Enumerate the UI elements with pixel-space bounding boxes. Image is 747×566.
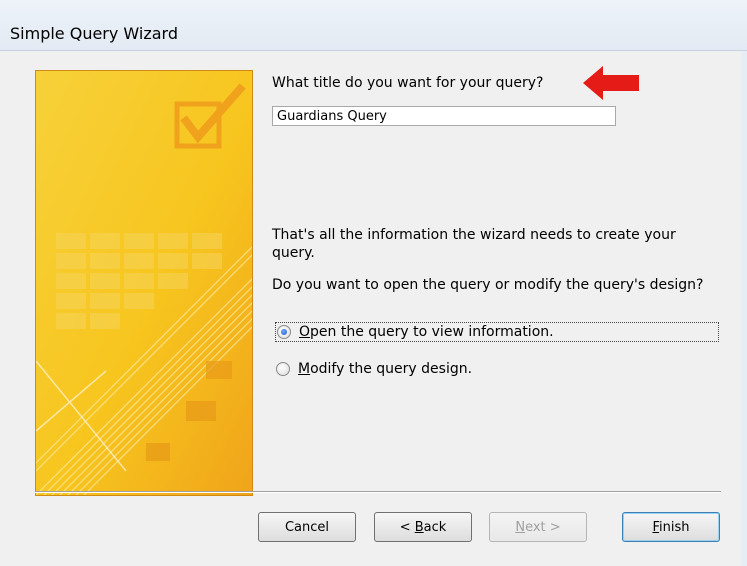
cancel-button[interactable]: Cancel xyxy=(258,512,356,542)
wizard-info-text: That's all the information the wizard ne… xyxy=(272,227,676,261)
query-title-input[interactable] xyxy=(272,106,616,126)
open-query-label[interactable]: Open the query to view information. xyxy=(299,324,554,340)
next-label: Next > xyxy=(515,519,561,535)
open-or-modify-prompt: Do you want to open the query or modify … xyxy=(272,277,704,293)
cancel-label: Cancel xyxy=(284,519,330,535)
open-query-radio[interactable] xyxy=(277,325,291,339)
modify-query-label[interactable]: Modify the query design. xyxy=(298,361,472,377)
back-button[interactable]: < Back xyxy=(374,512,472,542)
wizard-window: Simple Query Wizard What title do you wa… xyxy=(0,0,747,566)
wizard-banner-image xyxy=(35,70,253,496)
red-arrow-icon xyxy=(583,66,639,100)
open-query-option[interactable]: Open the query to view information. xyxy=(275,322,719,342)
button-separator xyxy=(35,491,721,493)
modify-query-radio[interactable] xyxy=(276,362,290,376)
modify-query-option[interactable]: Modify the query design. xyxy=(276,359,472,379)
window-title: Simple Query Wizard xyxy=(10,24,178,43)
title-bar[interactable]: Simple Query Wizard xyxy=(0,0,747,51)
finish-label: Finish xyxy=(652,519,690,535)
finish-button[interactable]: Finish xyxy=(622,512,720,542)
query-title-prompt: What title do you want for your query? xyxy=(272,75,544,91)
back-label: < Back xyxy=(399,519,447,535)
checkbox-banner-icon xyxy=(36,71,252,495)
next-button[interactable]: Next > xyxy=(489,512,587,542)
